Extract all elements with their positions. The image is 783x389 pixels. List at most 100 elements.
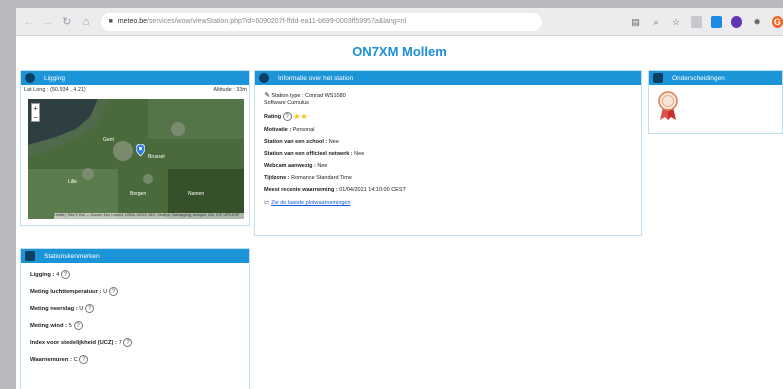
station-info-header-label: Informatie over het station	[278, 74, 354, 82]
quality-item-label: Meting wind :	[30, 323, 68, 330]
quality-item-label: Meting neerslag :	[30, 306, 78, 313]
latest-plots-link[interactable]: Zie de laatste plotwaarnemingen	[271, 200, 351, 206]
webcam-label: Webcam aanwezig :	[264, 163, 316, 169]
translate-icon[interactable]: ▤	[630, 16, 641, 28]
help-icon[interactable]: ?	[123, 338, 133, 347]
quality-header: Stationskenmerken	[21, 249, 249, 263]
coord-row: Lat Long : (50.934 , 4.21) Altitude : 33…	[21, 85, 249, 94]
recent-observation-line: Meest recente waarneming : 01/04/2021 14…	[264, 187, 633, 193]
plot-link-line: 🗠 Zie de laatste plotwaarnemingen	[264, 199, 633, 208]
back-icon[interactable]: ←	[22, 15, 35, 29]
map-label-gent: Gent	[103, 137, 114, 143]
windows-icon[interactable]	[710, 15, 723, 28]
rating-label: Rating	[264, 113, 282, 120]
location-header-label: Ligging	[44, 74, 65, 82]
quality-item-value: 7	[118, 340, 122, 347]
official-network-value: Nee	[354, 151, 365, 157]
awards-panel: Onderscheidingen	[648, 70, 783, 134]
location-panel-header: Ligging	[21, 71, 249, 85]
map-zoom-control: + −	[31, 103, 40, 122]
quality-panel: Stationskenmerken Ligging : 4 ? Meting l…	[20, 248, 250, 389]
lock-icon: ■	[108, 18, 113, 25]
quality-item: Meting luchttemperatuur : U ?	[30, 287, 241, 296]
quality-item-label: Index voor stedelijkheid (UCZ) :	[30, 340, 117, 347]
page-title: ON7XM Mollem	[352, 44, 447, 59]
rating-line: Rating ? ★★	[264, 112, 633, 121]
device-icon	[25, 251, 35, 261]
station-type-line: ✏ Station type : Conrad WS1080	[262, 91, 633, 100]
school-line: Station van een school : Nee	[264, 139, 633, 145]
school-label: Station van een school :	[264, 139, 328, 145]
forward-icon[interactable]: →	[41, 15, 54, 29]
awards-header-label: Onderscheidingen	[672, 74, 725, 82]
chart-icon: 🗠	[264, 200, 270, 206]
official-network-label: Station van een officieel netwerk :	[264, 151, 353, 157]
motivatie-value: Personal	[292, 127, 315, 133]
profile-icon[interactable]	[731, 15, 743, 28]
quality-item-label: Meting luchttemperatuur :	[30, 289, 102, 296]
zoom-out-button[interactable]: −	[32, 113, 39, 122]
station-info-body: ✏ Station type : Conrad WS1080 Software …	[255, 85, 641, 208]
quality-item-label: Ligging :	[30, 272, 55, 279]
timezone-line: Tijdzone : Romance Standard Time	[264, 175, 633, 181]
map-label-namen: Namen	[188, 191, 205, 197]
star-icon[interactable]: ☆	[670, 16, 681, 28]
station-type-label: Station type :	[271, 93, 304, 99]
address-bar[interactable]: ■ meteo.be /services/wow/viewStation.php…	[100, 12, 542, 31]
timezone-value: Romance Standard Time	[291, 175, 352, 181]
quality-item: Meting neerslag : U ?	[30, 304, 241, 313]
globe-icon	[25, 73, 35, 83]
url-host: meteo.be	[117, 18, 147, 25]
recent-observation-value: 01/04/2021 14:10:00 CEST	[339, 187, 406, 193]
home-icon[interactable]: ⌂	[79, 15, 92, 29]
help-icon[interactable]: ?	[108, 287, 118, 296]
quality-item-value: C	[73, 357, 78, 364]
station-type-value: Conrad WS1080	[305, 93, 346, 99]
help-icon[interactable]: ?	[85, 304, 95, 313]
satellite-map[interactable]: Gent Brussel Lille Bergen Namen + − Leaf…	[28, 99, 244, 219]
motivatie-label: Motivatie :	[264, 127, 292, 133]
url-path: /services/wow/viewStation.php?id=6090207…	[146, 18, 407, 25]
zoom-in-button[interactable]: +	[32, 104, 39, 113]
map-label-brussel: Brussel	[148, 154, 165, 160]
map-attribution: Leaflet | Tiles © Esri — Source: Esri, i…	[54, 213, 244, 219]
browser-toolbar: ← → ↻ ⌂ ■ meteo.be /services/wow/viewSta…	[16, 8, 783, 36]
browser-window: ← → ↻ ⌂ ■ meteo.be /services/wow/viewSta…	[16, 8, 783, 389]
award-badge-icon[interactable]	[657, 91, 679, 121]
altitude-text: Altitude : 33m	[213, 87, 247, 93]
latlong-text: Lat Long : (50.934 , 4.21)	[24, 87, 86, 93]
official-network-line: Station van een officieel netwerk : Nee	[264, 151, 633, 157]
rating-help-icon[interactable]: ?	[282, 112, 292, 121]
station-info-panel: Informatie over het station ✏ Station ty…	[254, 70, 642, 236]
motivatie-line: Motivatie : Personal	[264, 127, 633, 133]
rating-star-icon: ★	[300, 112, 308, 121]
location-panel: Ligging Lat Long : (50.934 , 4.21) Altit…	[20, 70, 250, 226]
extension-icon[interactable]	[690, 15, 702, 28]
quality-item-value: U	[103, 289, 108, 296]
help-icon[interactable]: ?	[79, 355, 89, 364]
quality-item-value: U	[79, 306, 84, 313]
map-marker-icon[interactable]	[136, 144, 145, 156]
user-avatar-icon[interactable]: G	[771, 15, 783, 28]
info-icon	[259, 73, 269, 83]
help-icon[interactable]: ?	[60, 270, 70, 279]
awards-header: Onderscheidingen	[649, 71, 782, 85]
zoom-icon[interactable]: ⌕	[650, 16, 661, 28]
quality-item-label: Waarnemuren :	[30, 357, 72, 364]
school-value: Nee	[328, 139, 339, 145]
software-line: Software Cumulus	[264, 100, 309, 106]
quality-item-value: 5	[68, 323, 72, 330]
quality-list: Ligging : 4 ? Meting luchttemperatuur : …	[21, 263, 249, 364]
puzzle-icon[interactable]: ✸	[751, 16, 762, 28]
bookmark-icon	[653, 73, 663, 83]
recent-observation-label: Meest recente waarneming :	[264, 187, 338, 193]
timezone-label: Tijdzone :	[264, 175, 290, 181]
help-icon[interactable]: ?	[73, 321, 83, 330]
station-info-header: Informatie over het station	[255, 71, 641, 85]
quality-item: Waarnemuren : C ?	[30, 355, 241, 364]
reload-icon[interactable]: ↻	[60, 15, 73, 29]
map-label-lille: Lille	[68, 179, 77, 185]
quality-item-value: 4	[56, 272, 60, 279]
webcam-value: Nee	[317, 163, 328, 169]
map-terrain	[28, 99, 244, 219]
